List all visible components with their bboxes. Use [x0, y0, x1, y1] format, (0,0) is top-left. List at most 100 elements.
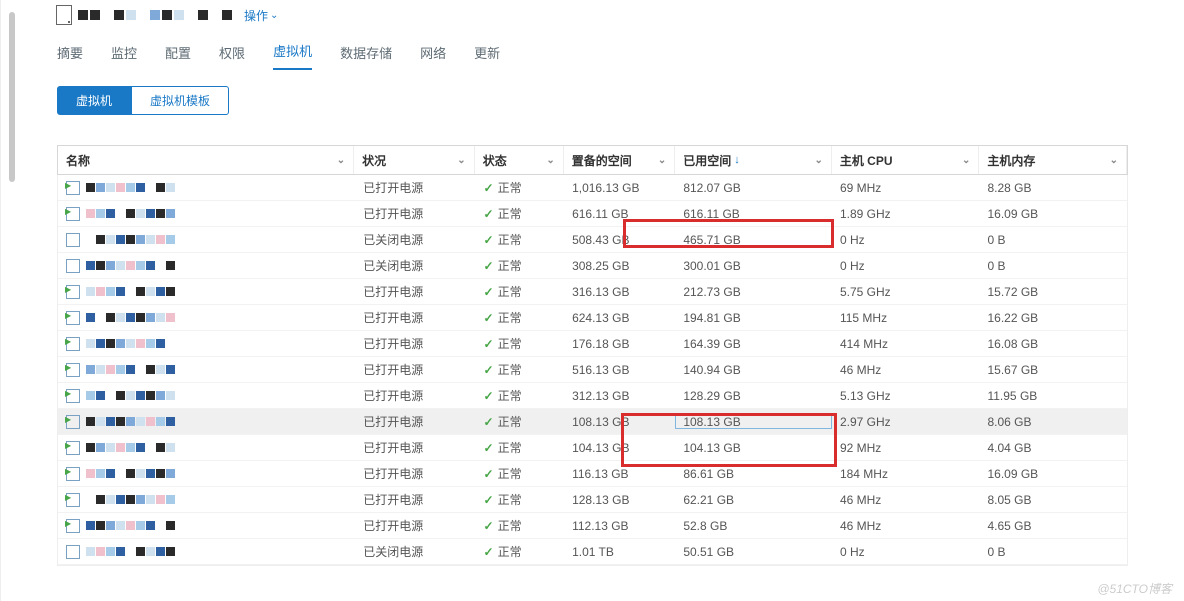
cell-cpu: 0 Hz [832, 259, 980, 273]
vm-icon [66, 545, 80, 559]
chevron-down-icon: ⌄ [658, 155, 666, 166]
cell-status: ✓正常 [476, 309, 565, 326]
cell-status: ✓正常 [476, 179, 565, 196]
table-row[interactable]: 已打开电源✓正常116.13 GB86.61 GB184 MHz16.09 GB [58, 461, 1127, 487]
cell-cpu: 0 Hz [832, 545, 980, 559]
actions-dropdown[interactable]: 操作⌄ [244, 7, 278, 24]
table-row[interactable]: 已打开电源✓正常516.13 GB140.94 GB46 MHz15.67 GB [58, 357, 1127, 383]
cell-used: 52.8 GB [675, 519, 832, 533]
cell-mem: 16.09 GB [979, 207, 1127, 221]
tab-网络[interactable]: 网络 [420, 43, 446, 70]
host-name-redacted [78, 10, 232, 20]
subtab-vm[interactable]: 虚拟机 [57, 86, 131, 115]
cell-used: 812.07 GB [675, 181, 832, 195]
table-row[interactable]: 已打开电源✓正常616.11 GB616.11 GB1.89 GHz16.09 … [58, 201, 1127, 227]
tab-监控[interactable]: 监控 [111, 43, 137, 70]
cell-provisioned: 176.18 GB [564, 337, 675, 351]
tab-更新[interactable]: 更新 [474, 43, 500, 70]
cell-situation: 已打开电源 [355, 491, 475, 508]
sub-tabs: 虚拟机 虚拟机模板 [1, 70, 1184, 133]
cell-cpu: 46 MHz [832, 493, 980, 507]
check-icon: ✓ [484, 259, 494, 273]
chevron-down-icon: ⌄ [962, 155, 970, 166]
vm-name-redacted [86, 287, 175, 296]
table-row[interactable]: 已打开电源✓正常176.18 GB164.39 GB414 MHz16.08 G… [58, 331, 1127, 357]
vm-name-redacted [86, 547, 175, 556]
tab-配置[interactable]: 配置 [165, 43, 191, 70]
table-row[interactable]: 已打开电源✓正常112.13 GB52.8 GB46 MHz4.65 GB [58, 513, 1127, 539]
table-row[interactable]: 已关闭电源✓正常508.43 GB465.71 GB0 Hz0 B [58, 227, 1127, 253]
table-row[interactable]: 已打开电源✓正常312.13 GB128.29 GB5.13 GHz11.95 … [58, 383, 1127, 409]
table-row[interactable]: 已关闭电源✓正常1.01 TB50.51 GB0 Hz0 B [58, 539, 1127, 565]
cell-situation: 已打开电源 [355, 335, 475, 352]
table-row[interactable]: 已打开电源✓正常1,016.13 GB812.07 GB69 MHz8.28 G… [58, 175, 1127, 201]
vm-name-redacted [86, 417, 175, 426]
col-mem[interactable]: 主机内存⌄ [979, 146, 1127, 174]
cell-situation: 已打开电源 [355, 387, 475, 404]
cell-status: ✓正常 [476, 413, 565, 430]
table-row[interactable]: 已打开电源✓正常128.13 GB62.21 GB46 MHz8.05 GB [58, 487, 1127, 513]
cell-name [58, 441, 355, 455]
cell-name [58, 259, 355, 273]
vm-name-redacted [86, 495, 175, 504]
table-row[interactable]: 已关闭电源✓正常308.25 GB300.01 GB0 Hz0 B [58, 253, 1127, 279]
vm-name-redacted [86, 261, 175, 270]
chevron-down-icon: ⌄ [457, 155, 465, 166]
col-situation[interactable]: 状况⌄ [354, 146, 475, 174]
cell-mem: 8.28 GB [979, 181, 1127, 195]
vm-name-redacted [86, 339, 175, 348]
cell-provisioned: 316.13 GB [564, 285, 675, 299]
check-icon: ✓ [484, 545, 494, 559]
col-cpu[interactable]: 主机 CPU⌄ [832, 146, 980, 174]
table-row[interactable]: 已打开电源✓正常108.13 GB108.13 GB2.97 GHz8.06 G… [58, 409, 1127, 435]
cell-name [58, 519, 355, 533]
cell-cpu: 92 MHz [832, 441, 980, 455]
cell-used: 50.51 GB [675, 545, 832, 559]
vm-icon [66, 207, 80, 221]
chevron-down-icon: ⌄ [1110, 155, 1118, 166]
check-icon: ✓ [484, 285, 494, 299]
cell-situation: 已关闭电源 [355, 257, 475, 274]
cell-cpu: 115 MHz [832, 311, 980, 325]
cell-used: 194.81 GB [675, 311, 832, 325]
tab-权限[interactable]: 权限 [219, 43, 245, 70]
cell-provisioned: 116.13 GB [564, 467, 675, 481]
vm-icon [66, 181, 80, 195]
cell-used: 108.13 GB [675, 415, 832, 429]
vm-name-redacted [86, 209, 175, 218]
vm-icon [66, 441, 80, 455]
cell-provisioned: 108.13 GB [564, 415, 675, 429]
tab-摘要[interactable]: 摘要 [57, 43, 83, 70]
cell-mem: 15.67 GB [979, 363, 1127, 377]
tab-数据存储[interactable]: 数据存储 [340, 43, 392, 70]
cell-used: 128.29 GB [675, 389, 832, 403]
cell-mem: 16.22 GB [979, 311, 1127, 325]
cell-name [58, 311, 355, 325]
cell-used: 62.21 GB [675, 493, 832, 507]
col-status[interactable]: 状态⌄ [475, 146, 564, 174]
cell-status: ✓正常 [476, 517, 565, 534]
vm-table: 名称⌄ 状况⌄ 状态⌄ 置备的空间⌄ 已用空间↓⌄ 主机 CPU⌄ 主机内存⌄ … [57, 145, 1128, 566]
sort-down-icon: ↓ [734, 154, 740, 166]
scrollbar-thumb[interactable] [9, 12, 15, 182]
col-provisioned[interactable]: 置备的空间⌄ [564, 146, 676, 174]
vm-name-redacted [86, 391, 175, 400]
table-row[interactable]: 已打开电源✓正常316.13 GB212.73 GB5.75 GHz15.72 … [58, 279, 1127, 305]
cell-situation: 已打开电源 [355, 309, 475, 326]
table-row[interactable]: 已打开电源✓正常104.13 GB104.13 GB92 MHz4.04 GB [58, 435, 1127, 461]
tab-虚拟机[interactable]: 虚拟机 [273, 41, 312, 70]
col-used[interactable]: 已用空间↓⌄ [675, 146, 832, 174]
cell-situation: 已打开电源 [355, 517, 475, 534]
subtab-vm-template[interactable]: 虚拟机模板 [131, 86, 229, 115]
vm-icon [66, 415, 80, 429]
col-name[interactable]: 名称⌄ [58, 146, 354, 174]
cell-status: ✓正常 [476, 491, 565, 508]
table-row[interactable]: 已打开电源✓正常624.13 GB194.81 GB115 MHz16.22 G… [58, 305, 1127, 331]
check-icon: ✓ [484, 311, 494, 325]
cell-provisioned: 308.25 GB [564, 259, 675, 273]
check-icon: ✓ [484, 207, 494, 221]
cell-situation: 已打开电源 [355, 361, 475, 378]
main-tabs: 摘要 监控 配置 权限 虚拟机 数据存储 网络 更新 [1, 38, 1184, 70]
vm-name-redacted [86, 469, 175, 478]
cell-name [58, 467, 355, 481]
